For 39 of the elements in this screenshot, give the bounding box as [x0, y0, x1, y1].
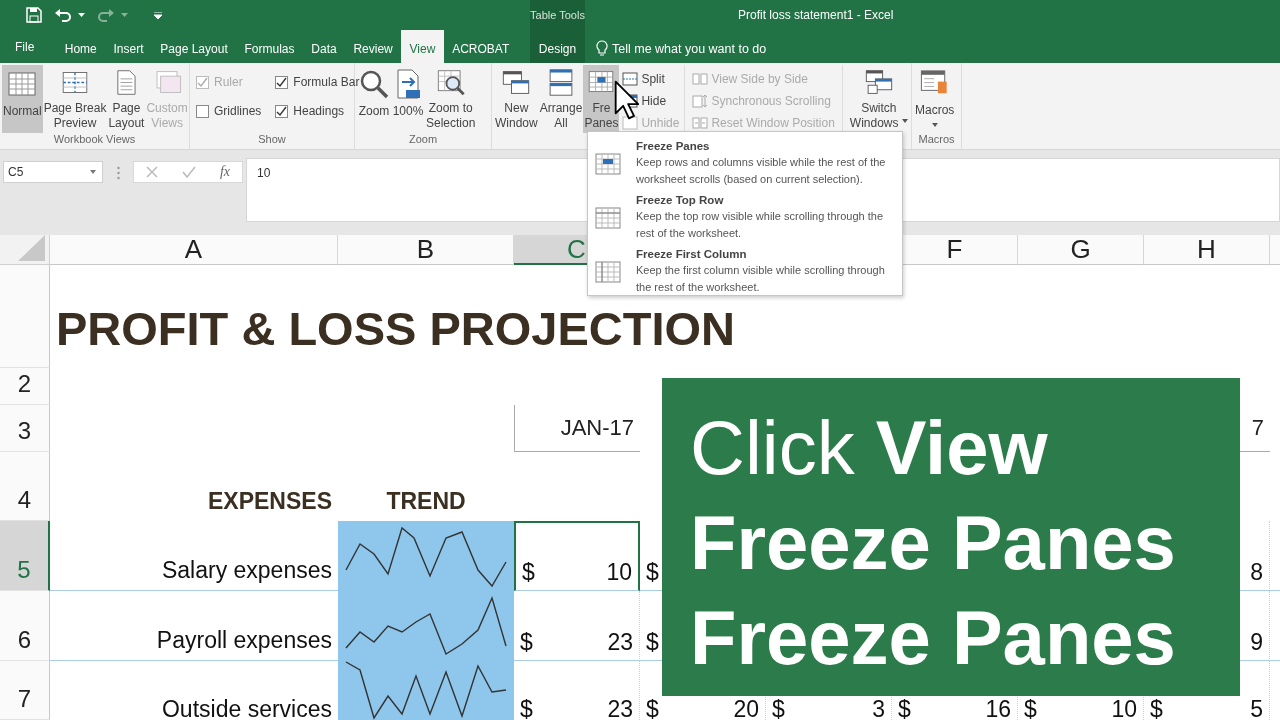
row-label: Outside services	[162, 698, 332, 720]
cell-value: 20	[733, 698, 759, 720]
row-label: Salary expenses	[161, 557, 332, 584]
cell-value: 8	[1250, 559, 1263, 586]
currency-symbol: $	[646, 629, 659, 656]
sheet-title: PROFIT & LOSS PROJECTION	[56, 301, 735, 356]
cell-value: 5	[1250, 698, 1263, 720]
cell-value: 10	[606, 559, 632, 586]
caption-line: Freeze Panes	[690, 594, 1176, 682]
menu-item-description: Keep rows and columns visible while the rest of the worksheet scrolls (based on current selection).	[636, 155, 887, 187]
row-label: Payroll expenses	[156, 627, 332, 654]
cell-value: 23	[607, 698, 633, 720]
currency-symbol: $	[646, 559, 659, 586]
cell-value: 3	[872, 698, 885, 720]
month-label: JAN-17	[560, 415, 634, 442]
group-label: Workbook Views	[52, 133, 137, 147]
context-label: Table Tools	[530, 9, 585, 21]
group-label: Show	[257, 133, 287, 147]
column-heading: TREND	[386, 488, 466, 515]
cell-value: 23	[607, 629, 633, 656]
window-title: Profit loss statement1 - Excel	[738, 8, 894, 22]
currency-symbol: $	[1150, 698, 1163, 720]
currency-symbol: $	[646, 698, 659, 720]
month-label: 7	[1251, 415, 1264, 442]
currency-symbol: $	[1024, 698, 1037, 720]
currency-symbol: $	[520, 698, 533, 720]
menu-item-description: Keep the first column visible while scrolling through the rest of the worksheet.	[636, 263, 886, 295]
currency-symbol: $	[522, 559, 535, 586]
column-heading: EXPENSES	[208, 488, 332, 515]
caption-line: Click View	[690, 404, 1048, 492]
currency-symbol: $	[898, 698, 911, 720]
group-label: Macros	[917, 133, 956, 147]
cell-value: 9	[1250, 629, 1263, 656]
group-label: Zoom	[407, 133, 439, 147]
cell-value: 16	[985, 698, 1011, 720]
caption-line: Freeze Panes	[690, 499, 1176, 587]
currency-symbol: $	[520, 629, 533, 656]
cell-value: 10	[1111, 698, 1137, 720]
currency-symbol: $	[772, 698, 785, 720]
